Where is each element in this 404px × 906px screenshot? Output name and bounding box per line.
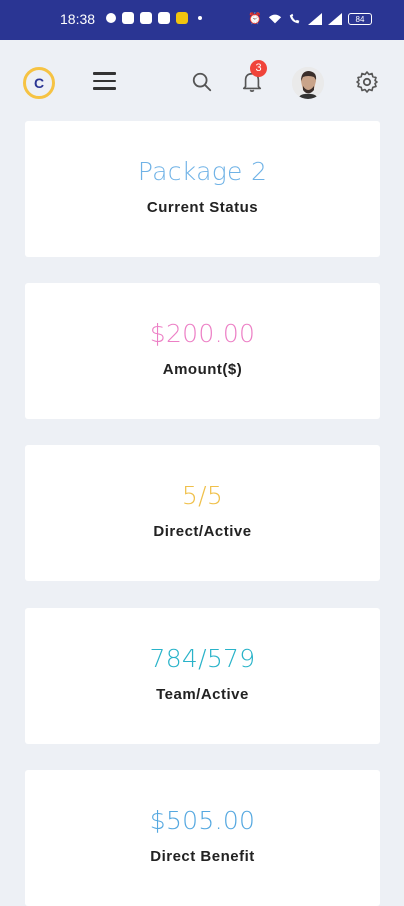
card-value: 5/5 <box>181 481 224 510</box>
signal-icon-2 <box>328 12 342 25</box>
card-value: 784/579 <box>149 644 256 673</box>
card-label: Team/Active <box>156 686 249 703</box>
card-team-active: 784/579 Team/Active <box>25 608 380 744</box>
menu-icon[interactable] <box>93 72 116 90</box>
card-direct-benefit: $505.00 Direct Benefit <box>25 770 380 906</box>
wifi-icon <box>268 14 282 23</box>
avatar[interactable] <box>292 67 324 99</box>
battery-icon: 84 <box>348 12 372 25</box>
signal-icon-1 <box>308 12 322 25</box>
status-bar: 18:38 ⏰ 84 <box>0 0 404 40</box>
card-amount: $200.00 Amount($) <box>25 283 380 419</box>
card-label: Amount($) <box>162 361 243 378</box>
search-icon[interactable] <box>191 71 213 93</box>
avatar-image <box>292 67 324 99</box>
notification-badge: 3 <box>250 60 267 77</box>
message-notification-icon <box>176 12 188 24</box>
alarm-icon: ⏰ <box>248 13 262 25</box>
card-direct-active: 5/5 Direct/Active <box>25 445 380 581</box>
card-current-status: Package 2 Current Status <box>25 121 380 257</box>
card-label: Current Status <box>146 199 259 216</box>
system-icons: ⏰ 84 <box>248 12 372 25</box>
youtube-notification-icon <box>158 12 170 24</box>
card-value: Package 2 <box>137 157 268 186</box>
app-logo[interactable]: C <box>23 67 55 99</box>
card-value: $505.00 <box>149 806 256 835</box>
app-notification-icon <box>122 12 134 24</box>
chat-notification-icon <box>106 13 116 23</box>
gear-icon[interactable] <box>355 70 379 94</box>
status-time: 18:38 <box>60 11 96 27</box>
app-bar: C 3 <box>0 40 404 124</box>
more-dot-icon <box>198 16 202 20</box>
logo-letter: C <box>33 75 45 91</box>
card-value: $200.00 <box>149 319 256 348</box>
card-label: Direct Benefit <box>150 848 255 865</box>
call-icon <box>289 13 300 23</box>
edit-notification-icon <box>140 12 152 24</box>
notification-icons <box>106 12 202 24</box>
card-label: Direct/Active <box>153 523 252 540</box>
